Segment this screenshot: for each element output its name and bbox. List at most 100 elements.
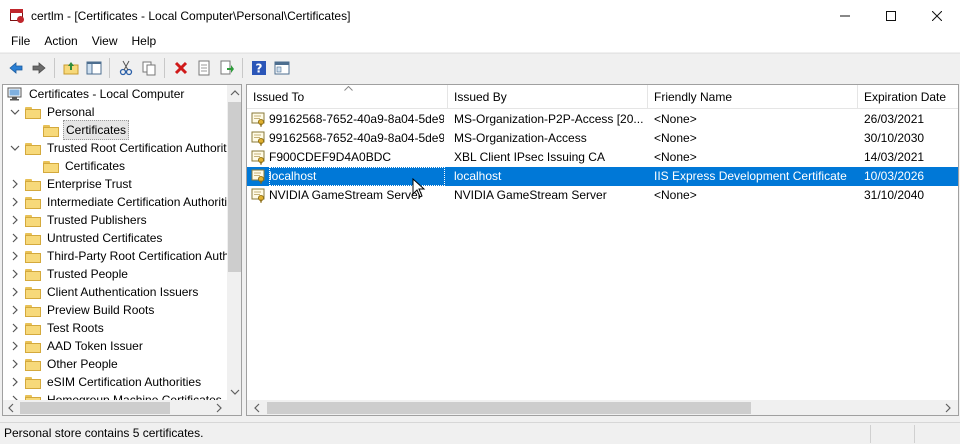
tree-item[interactable]: Trusted People [9,265,130,283]
minimize-button[interactable] [822,0,868,31]
tree-item[interactable]: Trusted Publishers [9,211,149,229]
export-list-icon [220,60,234,74]
tree-item[interactable]: AAD Token Issuer [9,337,145,355]
maximize-button[interactable] [868,0,914,31]
table-row[interactable]: NVIDIA GameStream Server NVIDIA GameStrea… [247,186,958,205]
console-tree-button[interactable] [270,57,293,79]
mouse-pointer-icon [412,178,426,198]
tree-horizontal-scrollbar[interactable] [3,400,227,415]
cell-expiration: 26/03/2021 [864,112,925,126]
chevron-right-icon[interactable] [9,232,21,244]
menu-file[interactable]: File [4,31,37,52]
cell-expiration: 30/10/2030 [864,131,925,145]
show-hide-tree-button[interactable] [82,57,105,79]
menu-help[interactable]: Help [125,31,164,52]
column-issued-by[interactable]: Issued By [448,85,648,109]
folder-icon [25,178,41,191]
copy-button[interactable] [137,57,160,79]
chevron-right-icon[interactable] [9,178,21,190]
cell-friendly-name: <None> [654,150,697,164]
tree-item[interactable]: eSIM Certification Authorities [9,373,203,391]
chevron-right-icon[interactable] [9,286,21,298]
certificate-key-icon [251,150,265,165]
cell-friendly-name: <None> [654,131,697,145]
chevron-right-icon[interactable] [9,340,21,352]
tree-item[interactable]: Untrusted Certificates [9,229,164,247]
cut-button[interactable] [114,57,137,79]
title-bar: certlm - [Certificates - Local Computer\… [0,0,960,31]
tree-item-label: eSIM Certification Authorities [47,375,202,389]
table-row[interactable]: 99162568-7652-40a9-8a04-5de9... MS-Organi… [247,129,958,148]
chevron-down-icon[interactable] [9,106,21,118]
folder-icon [25,106,41,119]
column-issued-to[interactable]: Issued To [247,85,448,109]
list-horizontal-scroll-thumb[interactable] [267,402,751,414]
table-row[interactable]: F900CDEF9D4A0BDC XBL Client IPsec Issuing… [247,148,958,167]
cell-friendly-name: <None> [654,188,697,202]
tree-item[interactable]: Intermediate Certification Authorities [9,193,241,211]
scroll-down-icon [230,389,240,395]
menu-action[interactable]: Action [37,31,84,52]
delete-button[interactable] [169,57,192,79]
svg-text:?: ? [255,61,262,75]
certificate-key-icon [251,131,265,146]
tree-item[interactable]: Other People [9,355,120,373]
cell-issued-by: XBL Client IPsec Issuing CA [454,150,605,164]
export-list-button[interactable] [215,57,238,79]
menu-bar: File Action View Help [0,31,960,52]
toolbar: ? [0,53,960,81]
tree-item[interactable]: Personal [9,103,96,121]
list-horizontal-scrollbar[interactable] [247,400,958,415]
tree-item-label: Other People [47,357,118,371]
chevron-right-icon[interactable] [9,304,21,316]
properties-button[interactable] [192,57,215,79]
tree-item[interactable]: Trusted Root Certification Authorities [9,139,241,157]
chevron-right-icon[interactable] [9,214,21,226]
scroll-right-icon [216,403,222,413]
tree-item[interactable]: Certificates [27,120,130,140]
column-friendly-name[interactable]: Friendly Name [648,85,858,109]
tree-item[interactable]: Enterprise Trust [9,175,134,193]
folder-icon [25,340,41,353]
folder-icon [25,142,41,155]
chevron-down-icon[interactable] [9,142,21,154]
table-row[interactable]: 99162568-7652-40a9-8a04-5de9... MS-Organi… [247,110,958,129]
chevron-right-icon[interactable] [9,322,21,334]
folder-icon [25,232,41,245]
certificate-key-icon [251,112,265,127]
close-button[interactable] [914,0,960,31]
tree-horizontal-scroll-thumb[interactable] [20,402,170,414]
tree-item-label: Intermediate Certification Authorities [47,195,240,209]
tree-item[interactable]: Certificates [27,157,127,175]
forward-button[interactable] [27,57,50,79]
column-expiration-date[interactable]: Expiration Date [858,85,958,109]
table-row[interactable]: localhost localhost IIS Express Developmen… [247,167,958,186]
up-folder-icon [63,61,78,74]
tree-vertical-scroll-thumb[interactable] [228,102,241,272]
tree-item[interactable]: Third-Party Root Certification Authoriti… [9,247,241,265]
menu-view[interactable]: View [85,31,125,52]
cell-issued-to: F900CDEF9D4A0BDC [269,150,392,164]
chevron-right-icon[interactable] [9,268,21,280]
folder-icon [25,268,41,281]
certificate-list[interactable]: Issued To Issued By Friendly Name Expira… [246,84,959,416]
certlm-app-icon[interactable] [9,8,25,24]
up-one-level-button[interactable] [59,57,82,79]
tree-item[interactable]: Client Authentication Issuers [9,283,200,301]
cell-expiration: 31/10/2040 [864,188,925,202]
chevron-right-icon[interactable] [9,196,21,208]
help-icon: ? [251,60,266,75]
tree-item[interactable]: Preview Build Roots [9,301,156,319]
help-button[interactable]: ? [247,57,270,79]
forward-arrow-icon [32,61,46,74]
tree-root[interactable]: Certificates - Local Computer [7,85,186,103]
tree-vertical-scrollbar[interactable] [227,85,241,400]
status-bar: Personal store contains 5 certificates. [0,422,960,444]
chevron-right-icon[interactable] [9,250,21,262]
folder-icon [25,214,41,227]
chevron-right-icon[interactable] [9,358,21,370]
console-tree[interactable]: Certificates - Local Computer Personal Ce… [2,84,242,416]
back-button[interactable] [4,57,27,79]
tree-item[interactable]: Test Roots [9,319,106,337]
chevron-right-icon[interactable] [9,376,21,388]
